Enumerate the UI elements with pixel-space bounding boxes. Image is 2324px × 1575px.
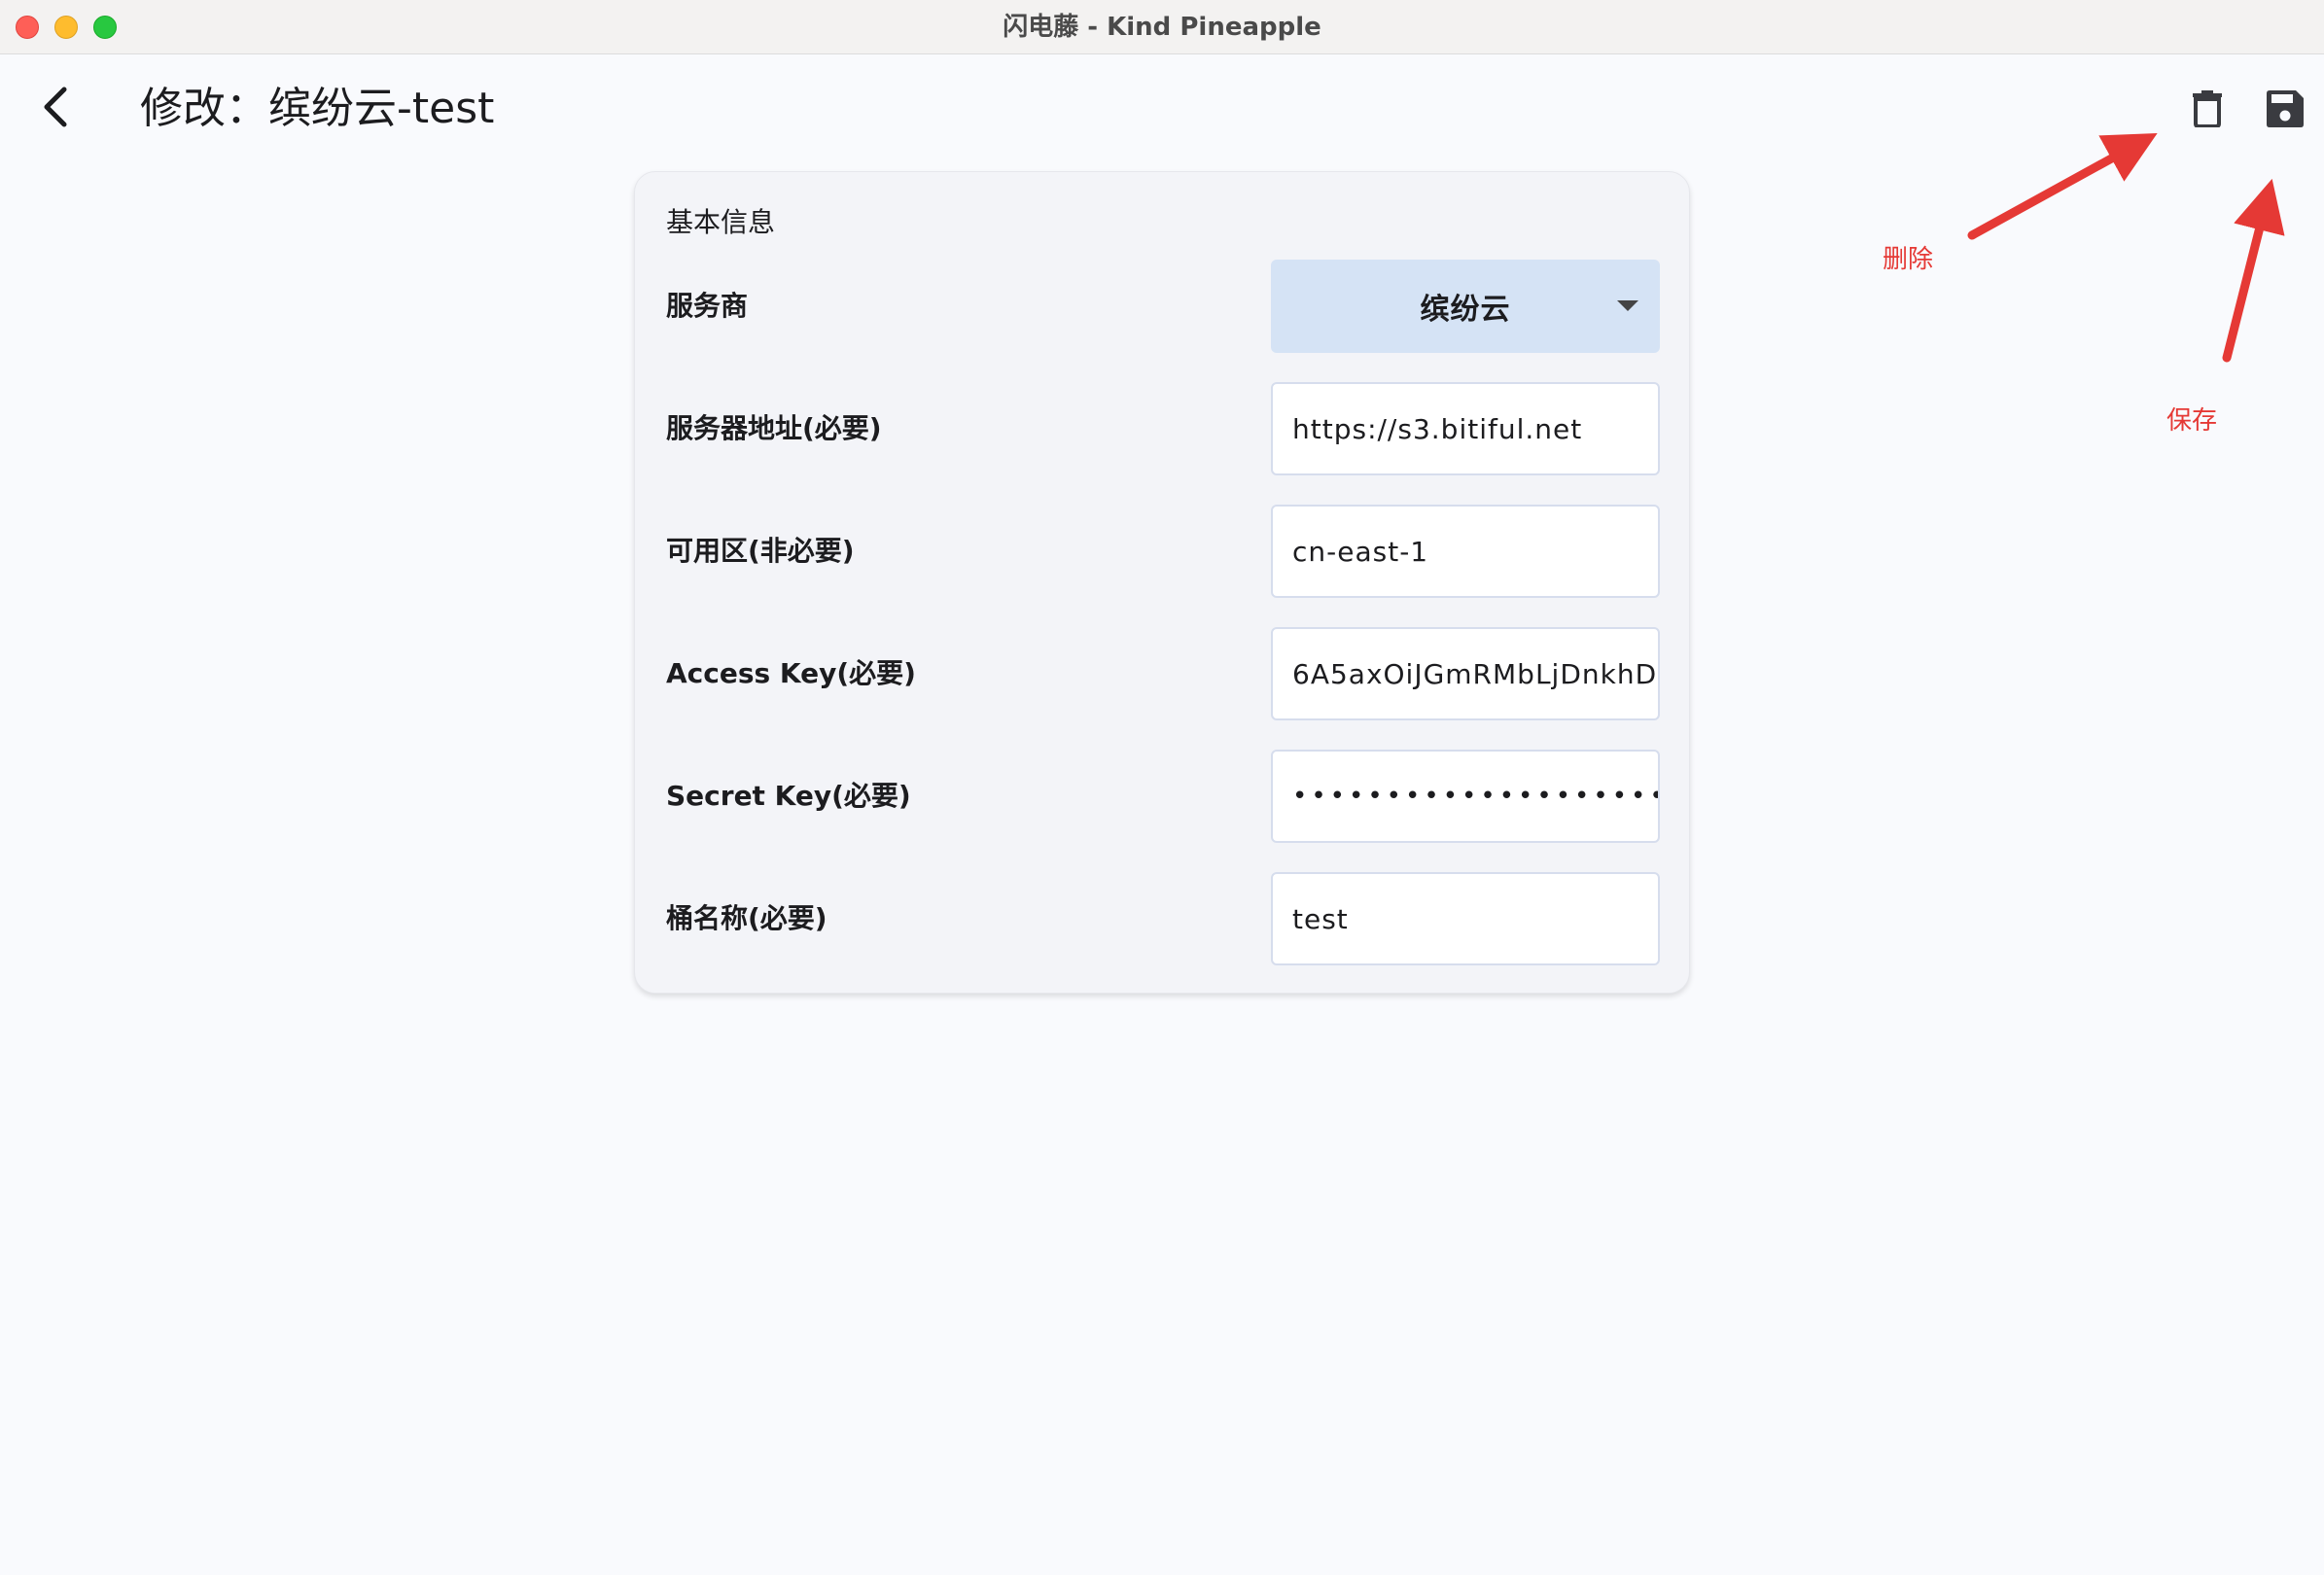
provider-dropdown[interactable]: 缤纷云 [1271,260,1660,353]
basic-info-card: 基本信息 服务商 缤纷云 服务器地址(必要) https://s3.bitifu… [634,171,1690,994]
delete-annotation-arrow [1967,132,2158,240]
bucket-name-input[interactable]: test [1271,872,1660,965]
provider-selected-value: 缤纷云 [1420,293,1511,327]
save-annotation-arrow [2222,178,2285,363]
window-titlebar: 闪电藤 - Kind Pineapple [0,0,2324,54]
access-key-input[interactable]: 6A5axOiJGmRMbLjDnkhD [1271,627,1660,720]
bucket-name-label: 桶名称(必要) [666,902,827,934]
server-address-input[interactable]: https://s3.bitiful.net [1271,382,1660,475]
window-title: 闪电藤 - Kind Pineapple [1003,13,1321,42]
section-title: 基本信息 [666,206,776,238]
save-button[interactable] [2256,80,2314,138]
access-key-label: Access Key(必要) [666,657,916,689]
chevron-left-icon [44,87,67,127]
delete-button[interactable] [2178,80,2236,138]
back-button[interactable] [27,78,86,136]
trash-icon [2193,90,2222,127]
region-label: 可用区(非必要) [666,535,855,567]
floppy-disk-icon [2267,90,2304,127]
provider-label: 服务商 [666,290,749,322]
region-input[interactable]: cn-east-1 [1271,505,1660,598]
caret-down-icon [1617,300,1638,311]
page-title: 修改：缤纷云-test [140,84,495,133]
secret-key-label: Secret Key(必要) [666,780,911,812]
delete-annotation-label: 删除 [1883,245,1934,274]
save-annotation-label: 保存 [2166,406,2218,436]
server-address-label: 服务器地址(必要) [666,412,882,444]
secret-key-input[interactable]: •••••••••••••••••••••••••• [1271,750,1660,843]
